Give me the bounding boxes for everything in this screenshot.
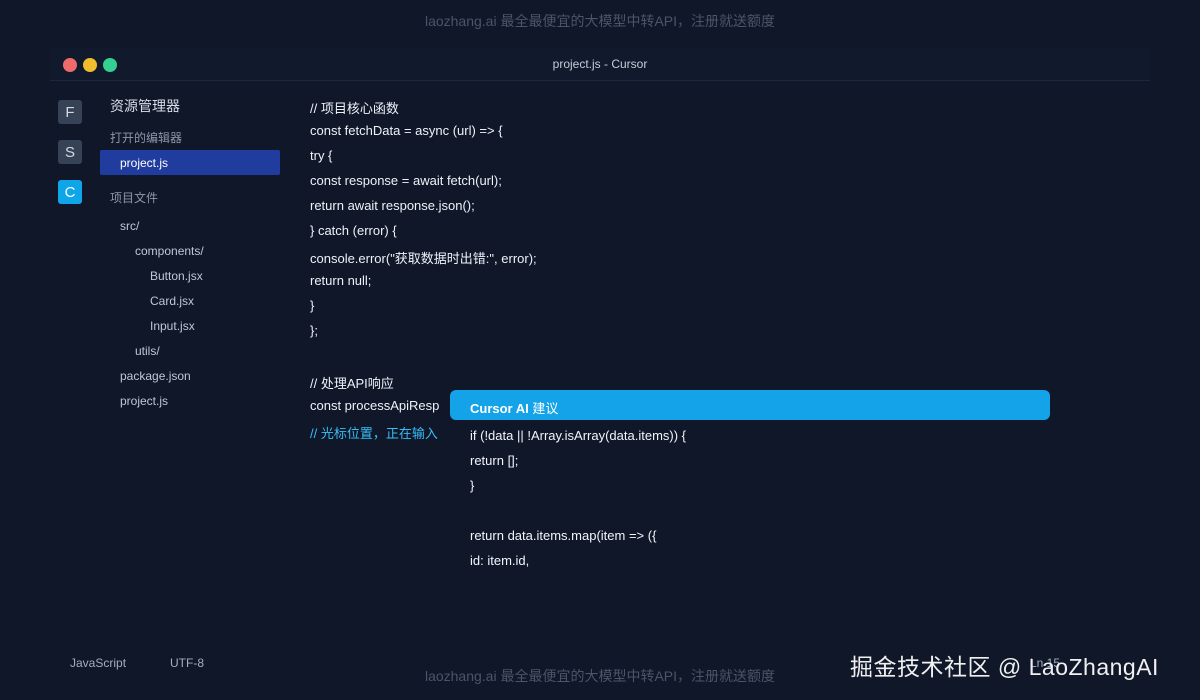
watermark-top: laozhang.ai 最全最便宜的大模型中转API，注册就送额度 bbox=[424, 13, 776, 29]
ai-suggestion-line-1[interactable]: if (!data || !Array.isArray(data.items))… bbox=[470, 428, 686, 443]
window-title: project.js - Cursor bbox=[552, 57, 648, 71]
code-line-cursor[interactable]: // 光标位置，正在输入 bbox=[310, 423, 438, 442]
code-line-3[interactable]: try { bbox=[310, 148, 332, 163]
activity-files-icon[interactable]: F bbox=[58, 100, 82, 124]
activity-search-icon[interactable]: S bbox=[58, 140, 82, 164]
code-line-6[interactable]: } catch (error) { bbox=[310, 223, 397, 238]
explorer-title: 资源管理器 bbox=[110, 98, 180, 114]
ai-suggestion-line-2[interactable]: return []; bbox=[470, 453, 518, 468]
tree-file-input-jsx[interactable]: Input.jsx bbox=[150, 319, 195, 333]
tree-file-button-jsx[interactable]: Button.jsx bbox=[150, 269, 203, 283]
open-editor-item-project-js[interactable]: project.js bbox=[100, 150, 280, 175]
ai-suggestion-line-6[interactable]: id: item.id, bbox=[470, 553, 529, 568]
editor-window: project.js - Cursor F S C 资源管理器 打开的编辑器 p… bbox=[50, 48, 1150, 670]
tree-folder-utils[interactable]: utils/ bbox=[135, 344, 160, 358]
ai-suggestion-panel[interactable]: Cursor AI 建议 if (!data || !Array.isArray… bbox=[450, 390, 1100, 590]
code-line-9[interactable]: } bbox=[310, 298, 314, 313]
project-files-label[interactable]: 项目文件 bbox=[110, 189, 158, 206]
tree-folder-src[interactable]: src/ bbox=[120, 219, 139, 233]
code-line-12[interactable]: // 处理API响应 bbox=[310, 373, 394, 392]
open-editors-label[interactable]: 打开的编辑器 bbox=[110, 129, 182, 146]
code-line-8[interactable]: return null; bbox=[310, 273, 371, 288]
ai-suggestion-line-5[interactable]: return data.items.map(item => ({ bbox=[470, 528, 656, 543]
ai-suggestion-header[interactable]: Cursor AI 建议 bbox=[450, 390, 1050, 420]
code-line-2[interactable]: const fetchData = async (url) => { bbox=[310, 123, 503, 138]
code-line-4[interactable]: const response = await fetch(url); bbox=[310, 173, 502, 188]
code-line-1[interactable]: // 项目核心函数 bbox=[310, 98, 399, 117]
tree-file-card-jsx[interactable]: Card.jsx bbox=[150, 294, 194, 308]
juejin-watermark: 掘金技术社区 @ LaoZhangAI bbox=[850, 654, 1159, 680]
code-line-7[interactable]: console.error("获取数据时出错:", error); bbox=[310, 248, 537, 267]
ai-suggestion-line-3[interactable]: } bbox=[470, 478, 474, 493]
activity-cursor-icon[interactable]: C bbox=[58, 180, 82, 204]
ai-suggestion-title: Cursor AI 建议 bbox=[470, 401, 559, 416]
tree-file-package-json[interactable]: package.json bbox=[120, 369, 191, 383]
title-bar: project.js - Cursor bbox=[50, 48, 1150, 81]
tree-folder-components[interactable]: components/ bbox=[135, 244, 204, 258]
tree-file-project-js[interactable]: project.js bbox=[120, 394, 168, 408]
code-line-5[interactable]: return await response.json(); bbox=[310, 198, 475, 213]
code-line-10[interactable]: }; bbox=[310, 323, 318, 338]
open-editor-item-label: project.js bbox=[120, 156, 169, 170]
code-line-13[interactable]: const processApiResp bbox=[310, 398, 439, 413]
